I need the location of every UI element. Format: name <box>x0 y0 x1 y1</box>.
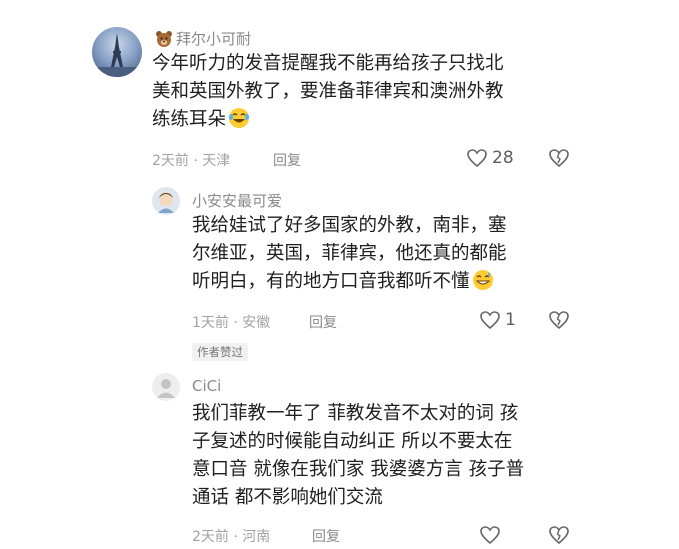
comment-line: 通话 都不影响她们交流 <box>192 487 383 508</box>
broken-heart-icon <box>548 148 570 168</box>
like-count: 28 <box>492 148 514 168</box>
comment-time-location: 2天前 · 河南 <box>192 529 271 545</box>
comment-line: 我给娃试了好多国家的外教，南非，塞 <box>192 215 507 236</box>
dislike-button[interactable] <box>548 310 570 334</box>
comment-line: 美和英国外教了，要准备菲律宾和澳洲外教 <box>152 81 504 102</box>
dislike-button[interactable] <box>548 148 570 172</box>
avatar[interactable] <box>152 373 180 401</box>
username[interactable]: 拜尔小可耐 <box>176 28 251 49</box>
comment-line: 我们菲教一年了 菲教发音不太对的词 孩 <box>192 403 519 424</box>
reply-button[interactable]: 回复 <box>312 526 340 546</box>
reply-button[interactable]: 回复 <box>273 150 301 170</box>
comment-line-text: 听明白，有的地方口音我都听不懂 <box>192 271 470 292</box>
heart-outline-icon <box>466 148 488 168</box>
eiffel-tower-avatar-image <box>98 33 136 77</box>
comment-line: 意口音 就像在我们家 我婆婆方言 孩子普 <box>192 459 525 480</box>
author-liked-badge: 作者赞过 <box>192 343 248 361</box>
comment-line: 听明白，有的地方口音我都听不懂 <box>192 268 572 296</box>
reply-button[interactable]: 回复 <box>309 312 337 332</box>
cartoon-avatar-image <box>152 187 180 215</box>
broken-heart-icon <box>548 310 570 330</box>
comment-line: 今年听力的发音提醒我不能再给孩子只找北 <box>152 53 504 74</box>
comment-text: 今年听力的发音提醒我不能再给孩子只找北 美和英国外教了，要准备菲律宾和澳洲外教 … <box>152 50 572 134</box>
comment-time-location: 2天前 · 天津 <box>152 153 231 169</box>
avatar[interactable] <box>152 187 180 215</box>
comment-line-text: 练练耳朵 <box>152 109 227 130</box>
default-avatar-image <box>152 373 180 401</box>
comment-time-location: 1天前 · 安徽 <box>192 315 271 331</box>
username[interactable]: CiCi <box>192 377 221 395</box>
comment-text: 我给娃试了好多国家的外教，南非，塞 尔维亚，英国，菲律宾，他还真的都能 听明白，… <box>192 212 572 296</box>
like-button[interactable]: 1 <box>479 310 516 330</box>
grin-sweat-emoji-icon <box>472 269 494 291</box>
heart-outline-icon <box>479 310 501 330</box>
like-button[interactable] <box>479 525 501 549</box>
like-count: 1 <box>505 310 516 330</box>
laughing-tears-emoji-icon <box>228 107 250 129</box>
comment-line: 尔维亚，英国，菲律宾，他还真的都能 <box>192 243 507 264</box>
broken-heart-icon <box>548 525 570 545</box>
username[interactable]: 小安安最可爱 <box>192 190 282 211</box>
bear-emoji-icon <box>155 30 173 48</box>
heart-outline-icon <box>479 525 501 545</box>
comment-line: 子复述的时候能自动纠正 所以不要太在 <box>192 431 513 452</box>
avatar[interactable] <box>92 27 142 77</box>
comment-header: 拜尔小可耐 <box>155 28 251 49</box>
comment-text: 我们菲教一年了 菲教发音不太对的词 孩 子复述的时候能自动纠正 所以不要太在 意… <box>192 400 592 512</box>
dislike-button[interactable] <box>548 525 570 549</box>
like-button[interactable]: 28 <box>466 148 514 168</box>
comment-line: 练练耳朵 <box>152 106 572 134</box>
